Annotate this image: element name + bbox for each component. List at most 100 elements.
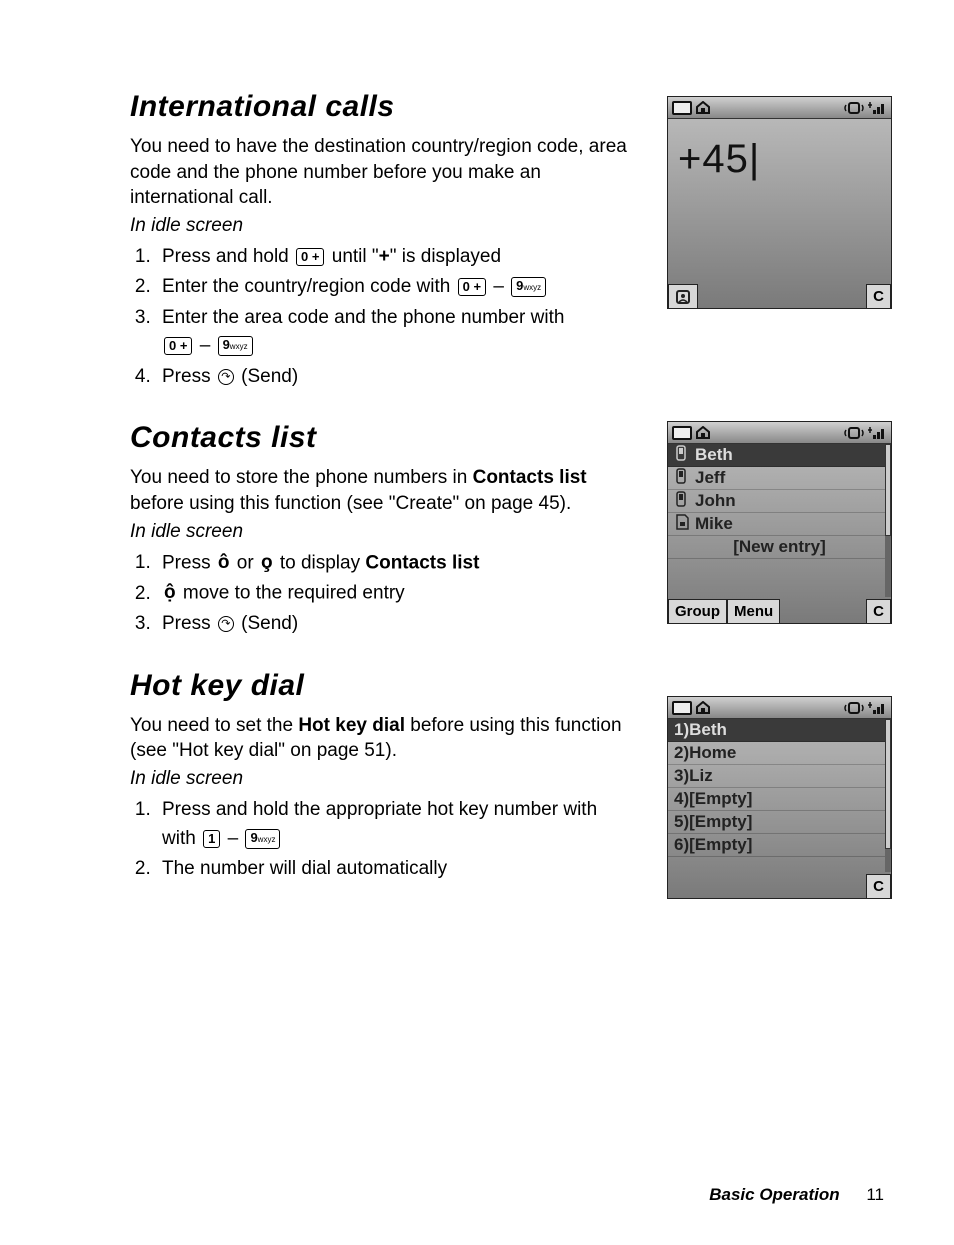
scrollbar-thumb: [885, 444, 891, 536]
softkey-right-clear: C: [866, 284, 891, 308]
text: Enter the area code and the phone number…: [162, 307, 564, 328]
hotkey-intro: You need to set the Hot key dial before …: [130, 713, 630, 764]
softkey-bar: C: [668, 282, 891, 308]
contacts-step-1: Press ô or o̧ to display Contacts list: [156, 549, 630, 578]
phone-screen-hotkey: 1)Beth 2)Home 3)Liz 4)[Empty] 5)[Empty] …: [667, 696, 892, 899]
hotkey-idle: In idle screen: [130, 768, 630, 790]
phone-screens-column: +45| C Beth Jeff John Mike [New entry] G…: [667, 96, 892, 899]
text: You need to set the: [130, 715, 298, 736]
section-title-contacts: Contacts list: [130, 421, 630, 455]
home-icon: [695, 101, 711, 115]
intl-intro: You need to have the destination country…: [130, 134, 630, 211]
contact-phone-icon: [674, 445, 692, 466]
dial-display: +45|: [668, 119, 891, 200]
battery-icon: [672, 426, 692, 440]
key-0-plus: 0 +: [296, 248, 324, 266]
softkey-left-contacts: [668, 284, 698, 308]
key-9-wxyz: 9wxyz: [218, 336, 253, 356]
list-item-new-entry: [New entry]: [668, 536, 891, 559]
battery-icon: [672, 701, 692, 715]
signal-icon: [867, 700, 887, 716]
key-0-plus: 0 +: [458, 278, 486, 296]
text: Beth: [695, 445, 733, 465]
dash: –: [222, 828, 243, 849]
text: Press and hold the appropriate hot key n…: [162, 799, 597, 820]
battery-icon: [672, 101, 692, 115]
vibrate-icon: [844, 101, 864, 115]
softkey-bar: C: [668, 872, 891, 898]
list-item: 6)[Empty]: [668, 834, 891, 857]
send-key-icon: ↷: [218, 616, 234, 632]
status-bar: [668, 697, 891, 719]
list-item: 2)Home: [668, 742, 891, 765]
section-title-hotkey: Hot key dial: [130, 669, 630, 703]
list-item: 4)[Empty]: [668, 788, 891, 811]
list-item: 1)Beth: [668, 719, 891, 742]
footer-section: Basic Operation: [709, 1185, 839, 1204]
contact-sim-icon: [674, 514, 692, 535]
softkey-group: Group: [668, 599, 727, 623]
intl-step-2: Enter the country/region code with 0 + –…: [156, 273, 630, 302]
contact-phone-icon: [674, 468, 692, 489]
list-item: Beth: [668, 444, 891, 467]
nav-down-icon: o̧: [261, 549, 273, 578]
intl-step-1: Press and hold 0 + until "+" is displaye…: [156, 243, 630, 272]
text: wxyz: [523, 283, 541, 292]
phone-screen-intl: +45| C: [667, 96, 892, 309]
intl-idle: In idle screen: [130, 215, 630, 237]
text: 9: [223, 337, 230, 352]
text: Mike: [695, 514, 733, 534]
hotkey-step-1: Press and hold the appropriate hot key n…: [156, 796, 630, 853]
vibrate-icon: [844, 426, 864, 440]
text: " is displayed: [390, 246, 501, 267]
text: Press: [162, 552, 216, 573]
page-footer: Basic Operation 11: [709, 1185, 884, 1205]
text: Press: [162, 613, 216, 634]
text: John: [695, 491, 736, 511]
text: move to the required entry: [183, 583, 405, 604]
nav-up-icon: ô: [218, 549, 230, 578]
dash: –: [194, 335, 215, 356]
home-icon: [695, 426, 711, 440]
signal-icon: [867, 425, 887, 441]
text: (Send): [241, 613, 298, 634]
key-9-wxyz: 9wxyz: [245, 829, 280, 849]
text: before using this function (see "Create"…: [130, 493, 571, 514]
hotkey-steps: Press and hold the appropriate hot key n…: [130, 796, 630, 884]
signal-icon: [867, 100, 887, 116]
page-number: 11: [866, 1185, 884, 1204]
contact-phone-icon: [674, 491, 692, 512]
intl-step-4: Press ↷ (Send): [156, 363, 630, 392]
status-bar: [668, 422, 891, 444]
key-9-wxyz: 9wxyz: [511, 277, 546, 297]
contacts-intro: You need to store the phone numbers in C…: [130, 465, 630, 516]
home-icon: [695, 701, 711, 715]
softkey-right-clear: C: [866, 874, 891, 898]
hotkey-step-2: The number will dial automatically: [156, 855, 630, 884]
text: You need to store the phone numbers in: [130, 467, 473, 488]
intl-steps: Press and hold 0 + until "+" is displaye…: [130, 243, 630, 392]
text-bold: Hot key dial: [298, 715, 405, 736]
contacts-idle: In idle screen: [130, 521, 630, 543]
contacts-step-2: ộ move to the required entry: [156, 579, 630, 608]
scrollbar: [885, 719, 891, 872]
text: to display: [280, 552, 366, 573]
intl-step-3: Enter the area code and the phone number…: [156, 304, 630, 361]
text: or: [237, 552, 259, 573]
contacts-step-3: Press ↷ (Send): [156, 610, 630, 639]
list-item: John: [668, 490, 891, 513]
text: Press and hold: [162, 246, 294, 267]
nav-updown-icon: ộ: [164, 579, 176, 608]
scrollbar: [885, 444, 891, 597]
list-item: Mike: [668, 513, 891, 536]
text: (Send): [241, 366, 298, 387]
text: until ": [332, 246, 379, 267]
text-bold: Contacts list: [365, 552, 479, 573]
softkey-menu: Menu: [727, 599, 780, 623]
dash: –: [488, 276, 509, 297]
text: wxyz: [230, 342, 248, 351]
text: with: [162, 828, 201, 849]
send-key-icon: ↷: [218, 369, 234, 385]
phone-screen-contacts: Beth Jeff John Mike [New entry] Group Me…: [667, 421, 892, 624]
contacts-steps: Press ô or o̧ to display Contacts list ộ…: [130, 549, 630, 639]
